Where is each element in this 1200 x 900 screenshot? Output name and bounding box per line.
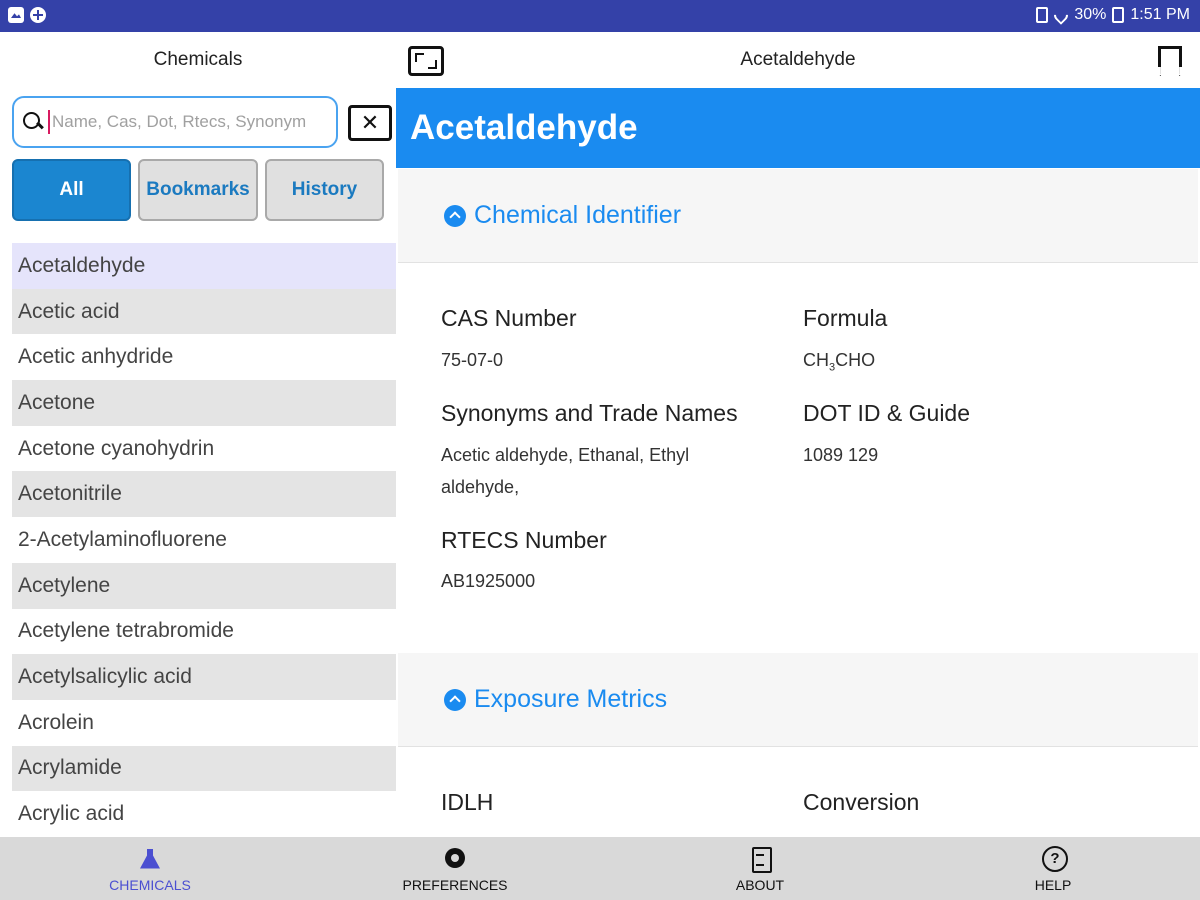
- close-icon: ✕: [360, 110, 380, 135]
- formula-part: CHO: [835, 350, 876, 370]
- rtecs-label: RTECS Number: [441, 527, 607, 553]
- search-icon: [22, 111, 44, 133]
- dot-label: DOT ID & Guide: [803, 400, 971, 426]
- rtecs-value: AB1925000: [441, 571, 536, 591]
- list-item[interactable]: Acetylene: [12, 562, 396, 609]
- list-item[interactable]: Acrolein: [12, 700, 396, 746]
- conversion-label: Conversion: [803, 789, 920, 815]
- detail-title: Acetaldehyde: [740, 49, 856, 70]
- list-item[interactable]: Acetic anhydride: [12, 334, 396, 380]
- nav-help[interactable]: HELP: [1003, 837, 1103, 900]
- list-item[interactable]: 2-Acetylaminofluorene: [12, 517, 396, 563]
- nav-label: PREFERENCES: [402, 876, 508, 893]
- filter-bookmarks-button[interactable]: Bookmarks: [138, 159, 258, 221]
- list-item[interactable]: Acrylic acid: [12, 791, 396, 837]
- chemical-list: Acetaldehyde Acetic acid Acetic anhydrid…: [12, 243, 396, 837]
- battery-icon: [1112, 7, 1125, 23]
- list-pane-title: Chemicals: [153, 49, 243, 70]
- list-item[interactable]: Acetone cyanohydrin: [12, 426, 396, 472]
- section-exposure-metrics[interactable]: Exposure Metrics: [398, 653, 1198, 747]
- image-notification-icon: [8, 7, 24, 23]
- chevron-up-icon: [444, 204, 466, 227]
- sim-icon: [1036, 7, 1049, 23]
- section-title: Chemical Identifier: [474, 201, 682, 229]
- section-title: Exposure Metrics: [474, 685, 668, 713]
- nav-label: ABOUT: [735, 876, 785, 893]
- formula-label: Formula: [803, 305, 888, 331]
- synonyms-label: Synonyms and Trade Names: [441, 400, 738, 426]
- detail-header: Acetaldehyde: [396, 32, 1200, 88]
- section-chemical-identifier[interactable]: Chemical Identifier: [398, 169, 1198, 263]
- list-item[interactable]: Acetone: [12, 380, 396, 426]
- status-bar: 30% 1:51 PM: [0, 0, 1200, 32]
- synonyms-value: Acetic aldehyde, Ethanal, Ethyl aldehyde…: [441, 445, 690, 497]
- nav-chemicals[interactable]: CHEMICALS: [90, 837, 210, 900]
- cas-label: CAS Number: [441, 305, 577, 331]
- idlh-label: IDLH: [441, 789, 494, 815]
- chevron-up-icon: [444, 688, 466, 711]
- chemical-name-banner: Acetaldehyde: [396, 88, 1200, 168]
- flask-icon: [137, 845, 163, 871]
- help-icon: [1040, 845, 1068, 872]
- nav-preferences[interactable]: PREFERENCES: [390, 837, 520, 900]
- wifi-icon: [1051, 5, 1072, 25]
- bottom-navigation: CHEMICALS PREFERENCES ABOUT HELP: [0, 837, 1200, 900]
- formula-part: CH: [803, 350, 829, 370]
- list-item[interactable]: Acetic acid: [12, 288, 396, 335]
- battery-percent: 30%: [1074, 6, 1107, 23]
- system-status: 30% 1:51 PM: [1036, 5, 1190, 25]
- gear-icon: [442, 845, 468, 871]
- clear-search-button[interactable]: ✕: [348, 105, 392, 141]
- dot-value: 1089 129: [803, 445, 879, 465]
- filter-all-button[interactable]: All: [12, 159, 131, 221]
- fullscreen-icon[interactable]: [408, 46, 444, 76]
- nav-label: HELP: [1034, 876, 1072, 893]
- nav-about[interactable]: ABOUT: [710, 837, 810, 900]
- list-item[interactable]: Acetylsalicylic acid: [12, 654, 396, 700]
- formula-value: CH3CHO: [803, 344, 875, 384]
- nav-label: CHEMICALS: [109, 876, 191, 893]
- add-notification-icon: [30, 7, 46, 23]
- filter-history-button[interactable]: History: [265, 159, 384, 221]
- document-icon: [747, 845, 773, 873]
- list-item[interactable]: Acrylamide: [12, 745, 396, 792]
- bookmark-icon[interactable]: [1158, 46, 1182, 76]
- cas-value: 75-07-0: [441, 350, 504, 370]
- search-input[interactable]: [52, 112, 322, 132]
- list-item[interactable]: Acetaldehyde: [12, 243, 396, 289]
- text-cursor: [48, 110, 50, 134]
- clock: 1:51 PM: [1130, 6, 1190, 23]
- search-box[interactable]: [12, 96, 338, 148]
- notification-icons: [8, 7, 46, 23]
- list-item[interactable]: Acetylene tetrabromide: [12, 609, 396, 655]
- list-item[interactable]: Acetonitrile: [12, 471, 396, 518]
